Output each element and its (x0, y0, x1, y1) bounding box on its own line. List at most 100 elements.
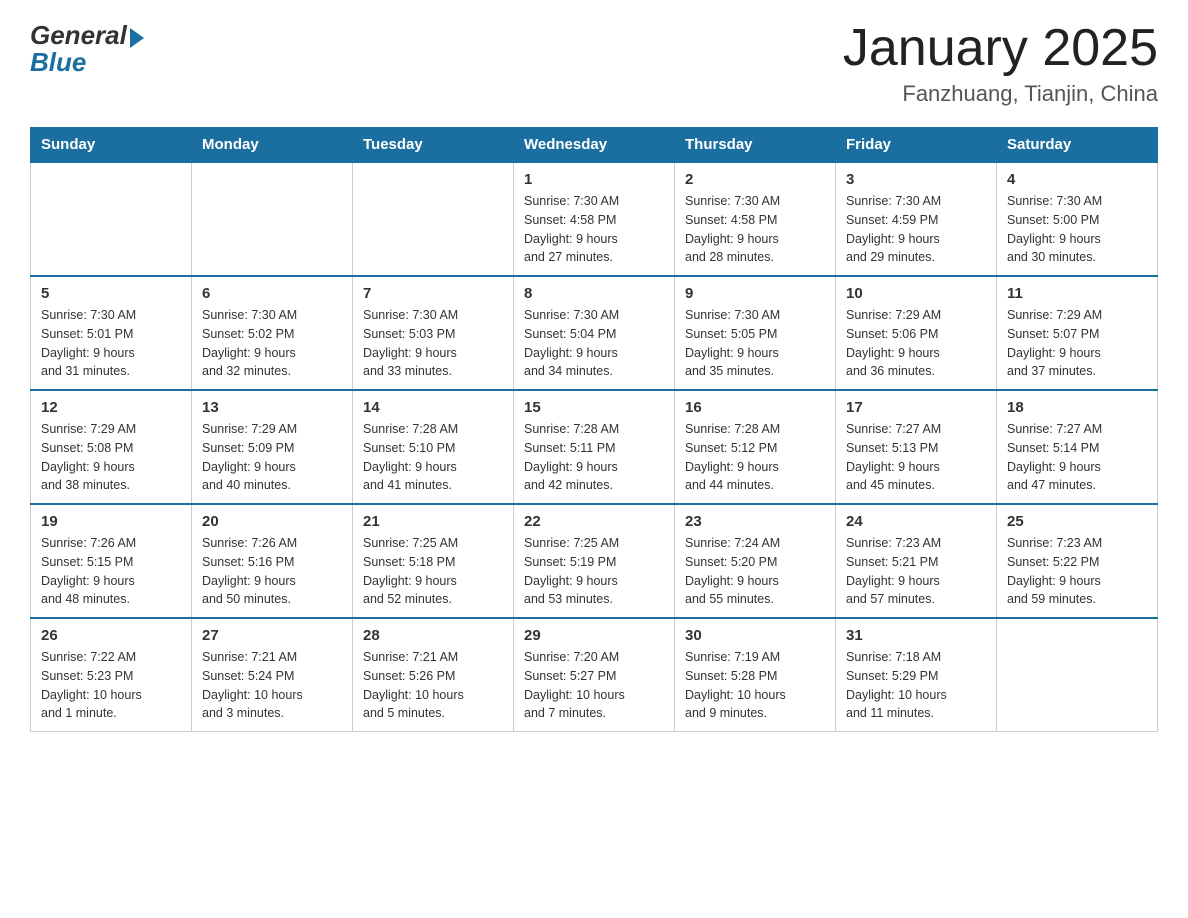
calendar-cell: 20 Sunrise: 7:26 AM Sunset: 5:16 PM Dayli… (192, 504, 353, 618)
day-info: Sunrise: 7:28 AM Sunset: 5:10 PM Dayligh… (363, 420, 503, 495)
day-number: 25 (1007, 513, 1147, 530)
day-number: 16 (685, 399, 825, 416)
day-number: 15 (524, 399, 664, 416)
calendar-cell: 26 Sunrise: 7:22 AM Sunset: 5:23 PM Dayli… (31, 618, 192, 732)
day-info: Sunrise: 7:30 AM Sunset: 5:04 PM Dayligh… (524, 306, 664, 381)
day-number: 10 (846, 285, 986, 302)
day-info: Sunrise: 7:23 AM Sunset: 5:22 PM Dayligh… (1007, 534, 1147, 609)
day-number: 17 (846, 399, 986, 416)
day-number: 11 (1007, 285, 1147, 302)
day-number: 6 (202, 285, 342, 302)
calendar-table: SundayMondayTuesdayWednesdayThursdayFrid… (30, 127, 1158, 732)
day-info: Sunrise: 7:29 AM Sunset: 5:07 PM Dayligh… (1007, 306, 1147, 381)
day-info: Sunrise: 7:19 AM Sunset: 5:28 PM Dayligh… (685, 648, 825, 723)
calendar-cell: 1 Sunrise: 7:30 AM Sunset: 4:58 PM Daylig… (514, 162, 675, 276)
day-number: 2 (685, 171, 825, 188)
calendar-cell: 3 Sunrise: 7:30 AM Sunset: 4:59 PM Daylig… (836, 162, 997, 276)
day-number: 23 (685, 513, 825, 530)
day-number: 21 (363, 513, 503, 530)
day-number: 8 (524, 285, 664, 302)
day-info: Sunrise: 7:21 AM Sunset: 5:24 PM Dayligh… (202, 648, 342, 723)
day-number: 13 (202, 399, 342, 416)
day-info: Sunrise: 7:26 AM Sunset: 5:15 PM Dayligh… (41, 534, 181, 609)
calendar-location: Fanzhuang, Tianjin, China (843, 81, 1158, 107)
page-header: General Blue January 2025 Fanzhuang, Tia… (30, 20, 1158, 107)
calendar-cell: 13 Sunrise: 7:29 AM Sunset: 5:09 PM Dayli… (192, 390, 353, 504)
day-info: Sunrise: 7:23 AM Sunset: 5:21 PM Dayligh… (846, 534, 986, 609)
calendar-cell (997, 618, 1158, 732)
day-info: Sunrise: 7:26 AM Sunset: 5:16 PM Dayligh… (202, 534, 342, 609)
calendar-title: January 2025 (843, 20, 1158, 77)
day-number: 18 (1007, 399, 1147, 416)
day-info: Sunrise: 7:27 AM Sunset: 5:14 PM Dayligh… (1007, 420, 1147, 495)
calendar-cell: 22Sunrise: 7:25 AM Sunset: 5:19 PM Dayli… (514, 504, 675, 618)
calendar-cell: 30 Sunrise: 7:19 AM Sunset: 5:28 PM Dayli… (675, 618, 836, 732)
day-number: 9 (685, 285, 825, 302)
day-info: Sunrise: 7:27 AM Sunset: 5:13 PM Dayligh… (846, 420, 986, 495)
day-info: Sunrise: 7:28 AM Sunset: 5:12 PM Dayligh… (685, 420, 825, 495)
calendar-cell: 29 Sunrise: 7:20 AM Sunset: 5:27 PM Dayli… (514, 618, 675, 732)
day-info: Sunrise: 7:25 AM Sunset: 5:18 PM Dayligh… (363, 534, 503, 609)
day-info: Sunrise: 7:29 AM Sunset: 5:06 PM Dayligh… (846, 306, 986, 381)
calendar-cell: 25 Sunrise: 7:23 AM Sunset: 5:22 PM Dayli… (997, 504, 1158, 618)
calendar-cell: 12 Sunrise: 7:29 AM Sunset: 5:08 PM Dayli… (31, 390, 192, 504)
calendar-cell: 10 Sunrise: 7:29 AM Sunset: 5:06 PM Dayli… (836, 276, 997, 390)
calendar-cell: 2 Sunrise: 7:30 AM Sunset: 4:58 PM Daylig… (675, 162, 836, 276)
day-info: Sunrise: 7:22 AM Sunset: 5:23 PM Dayligh… (41, 648, 181, 723)
day-header-wednesday: Wednesday (514, 128, 675, 163)
day-info: Sunrise: 7:30 AM Sunset: 4:59 PM Dayligh… (846, 192, 986, 267)
day-number: 14 (363, 399, 503, 416)
calendar-cell: 9 Sunrise: 7:30 AM Sunset: 5:05 PM Daylig… (675, 276, 836, 390)
calendar-cell: 28 Sunrise: 7:21 AM Sunset: 5:26 PM Dayli… (353, 618, 514, 732)
day-number: 7 (363, 285, 503, 302)
day-info: Sunrise: 7:29 AM Sunset: 5:09 PM Dayligh… (202, 420, 342, 495)
calendar-cell (192, 162, 353, 276)
day-header-saturday: Saturday (997, 128, 1158, 163)
calendar-cell: 18 Sunrise: 7:27 AM Sunset: 5:14 PM Dayli… (997, 390, 1158, 504)
calendar-cell: 5Sunrise: 7:30 AM Sunset: 5:01 PM Daylig… (31, 276, 192, 390)
day-header-monday: Monday (192, 128, 353, 163)
calendar-cell: 15 Sunrise: 7:28 AM Sunset: 5:11 PM Dayli… (514, 390, 675, 504)
calendar-cell: 31 Sunrise: 7:18 AM Sunset: 5:29 PM Dayli… (836, 618, 997, 732)
day-number: 31 (846, 627, 986, 644)
calendar-cell: 19Sunrise: 7:26 AM Sunset: 5:15 PM Dayli… (31, 504, 192, 618)
calendar-cell: 7 Sunrise: 7:30 AM Sunset: 5:03 PM Daylig… (353, 276, 514, 390)
day-number: 1 (524, 171, 664, 188)
day-number: 3 (846, 171, 986, 188)
calendar-cell: 8 Sunrise: 7:30 AM Sunset: 5:04 PM Daylig… (514, 276, 675, 390)
day-info: Sunrise: 7:29 AM Sunset: 5:08 PM Dayligh… (41, 420, 181, 495)
calendar-cell: 27 Sunrise: 7:21 AM Sunset: 5:24 PM Dayli… (192, 618, 353, 732)
day-number: 20 (202, 513, 342, 530)
day-info: Sunrise: 7:30 AM Sunset: 5:05 PM Dayligh… (685, 306, 825, 381)
day-info: Sunrise: 7:24 AM Sunset: 5:20 PM Dayligh… (685, 534, 825, 609)
day-number: 12 (41, 399, 181, 416)
day-number: 28 (363, 627, 503, 644)
day-info: Sunrise: 7:20 AM Sunset: 5:27 PM Dayligh… (524, 648, 664, 723)
calendar-cell: 16 Sunrise: 7:28 AM Sunset: 5:12 PM Dayli… (675, 390, 836, 504)
day-info: Sunrise: 7:30 AM Sunset: 5:02 PM Dayligh… (202, 306, 342, 381)
calendar-cell: 17 Sunrise: 7:27 AM Sunset: 5:13 PM Dayli… (836, 390, 997, 504)
calendar-cell: 6 Sunrise: 7:30 AM Sunset: 5:02 PM Daylig… (192, 276, 353, 390)
day-header-tuesday: Tuesday (353, 128, 514, 163)
day-header-friday: Friday (836, 128, 997, 163)
day-number: 30 (685, 627, 825, 644)
day-info: Sunrise: 7:28 AM Sunset: 5:11 PM Dayligh… (524, 420, 664, 495)
calendar-cell: 24Sunrise: 7:23 AM Sunset: 5:21 PM Dayli… (836, 504, 997, 618)
calendar-cell: 11 Sunrise: 7:29 AM Sunset: 5:07 PM Dayli… (997, 276, 1158, 390)
calendar-cell: 4Sunrise: 7:30 AM Sunset: 5:00 PM Daylig… (997, 162, 1158, 276)
calendar-cell: 21 Sunrise: 7:25 AM Sunset: 5:18 PM Dayli… (353, 504, 514, 618)
calendar-cell: 23 Sunrise: 7:24 AM Sunset: 5:20 PM Dayli… (675, 504, 836, 618)
day-number: 27 (202, 627, 342, 644)
day-number: 5 (41, 285, 181, 302)
day-number: 29 (524, 627, 664, 644)
logo-blue-text: Blue (30, 47, 86, 78)
day-header-thursday: Thursday (675, 128, 836, 163)
day-number: 22 (524, 513, 664, 530)
day-info: Sunrise: 7:18 AM Sunset: 5:29 PM Dayligh… (846, 648, 986, 723)
day-info: Sunrise: 7:21 AM Sunset: 5:26 PM Dayligh… (363, 648, 503, 723)
calendar-cell: 14 Sunrise: 7:28 AM Sunset: 5:10 PM Dayli… (353, 390, 514, 504)
day-number: 26 (41, 627, 181, 644)
day-info: Sunrise: 7:30 AM Sunset: 5:03 PM Dayligh… (363, 306, 503, 381)
day-info: Sunrise: 7:30 AM Sunset: 4:58 PM Dayligh… (524, 192, 664, 267)
day-info: Sunrise: 7:30 AM Sunset: 4:58 PM Dayligh… (685, 192, 825, 267)
